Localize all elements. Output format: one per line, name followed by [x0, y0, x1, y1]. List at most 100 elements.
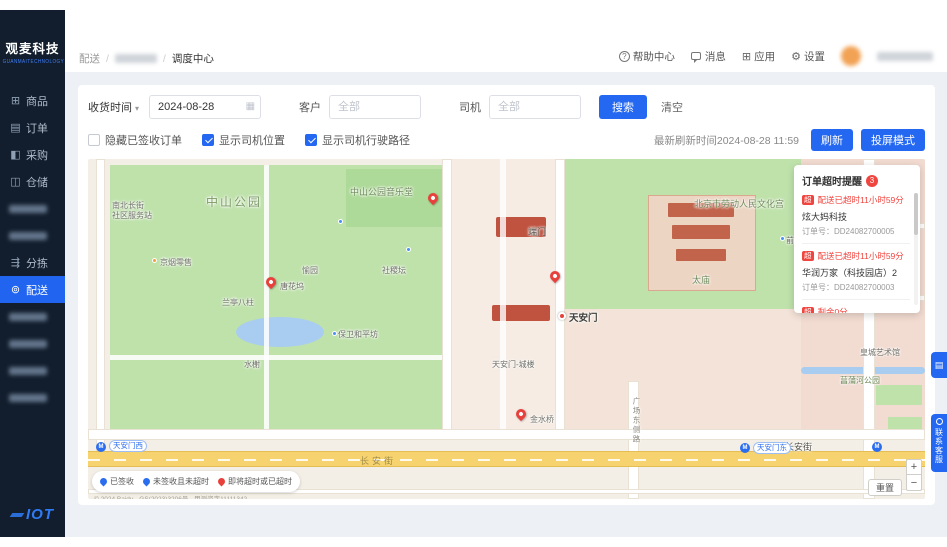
show-driver-checkbox[interactable]: [202, 134, 214, 146]
headset-icon: [935, 418, 943, 425]
map-label-culture-palace: 北京市劳动人民文化宫: [694, 199, 785, 209]
apps-grid-icon: [742, 50, 751, 63]
logo-text: 观麦科技: [5, 42, 60, 56]
map-attribution: © 2024 Baidu - GS(2023)3206号 - 甲测资字11111…: [94, 493, 247, 499]
user-name-redacted: [877, 51, 933, 61]
sidebar-item-label: 采购: [26, 149, 48, 162]
zoom-in-button[interactable]: +: [906, 459, 922, 475]
metro-icon[interactable]: [872, 442, 882, 452]
sidebar-item-label: 分拣: [26, 257, 48, 270]
receive-time-select[interactable]: 收货时间: [88, 99, 139, 115]
map-canvas[interactable]: 中山公园 中山公园音乐堂 北京市劳动人民文化宫 端门 天安门 天安门-城楼 保卫…: [88, 159, 925, 499]
option-row-right: 最新刷新时间2024-08-28 11:59 刷新 投屏模式: [654, 129, 925, 151]
order-number: 订单号：DD24082700003: [802, 283, 895, 292]
sidebar-item-redacted[interactable]: [0, 330, 65, 357]
sidebar-item-purchase[interactable]: 采购: [0, 141, 65, 168]
driver-input[interactable]: [489, 95, 582, 119]
map-label-service-station: 南北长街 社区服务站: [112, 201, 152, 221]
show-route-checkbox[interactable]: [305, 134, 317, 146]
red-pin-icon: [216, 476, 227, 487]
overdue-status: 配送已超时11小时59分: [817, 251, 904, 261]
topbar-actions: 帮助中心 消息 应用 设置: [618, 46, 933, 66]
map-label-changpu-park: 菖蒲河公园: [840, 376, 880, 385]
zoom-out-button[interactable]: −: [906, 475, 922, 491]
sidebar-item-redacted[interactable]: [0, 357, 65, 384]
settings-button[interactable]: 设置: [791, 49, 825, 64]
settings-label: 设置: [804, 50, 825, 63]
sidebar-item-label: 仓储: [26, 176, 48, 189]
main-area: 配送 调度中心 帮助中心 消息 应用 设置: [65, 10, 947, 537]
map-label-shejitan: 社稷坛: [382, 266, 406, 275]
purchase-icon: [9, 148, 22, 161]
projection-mode-button[interactable]: 投屏模式: [861, 129, 925, 151]
redacted-label: [9, 312, 47, 321]
scrollbar-thumb[interactable]: [914, 193, 918, 235]
breadcrumb-separator: [163, 53, 166, 65]
timeout-order-item[interactable]: 超剩余0分 华润万家（科技园店）2: [802, 300, 910, 313]
logo: 观麦科技 GUANMAITECHNOLOGY: [0, 38, 65, 65]
sidebar-item-sorting[interactable]: 分拣: [0, 249, 65, 276]
blocks-south-culture-palace: [565, 309, 801, 431]
sidebar-item-redacted[interactable]: [0, 222, 65, 249]
sidebar-item-delivery[interactable]: 配送: [0, 276, 65, 303]
sidebar-item-redacted[interactable]: [0, 195, 65, 222]
overdue-tag: 超: [802, 251, 814, 261]
map-reset-button[interactable]: 重置: [868, 479, 902, 496]
metro-icon[interactable]: [96, 442, 106, 452]
map-legend: 已签收 未签收且未超时 即将超时或已超时: [92, 471, 300, 492]
road-axis-east: [555, 159, 565, 431]
sidebar-item-redacted[interactable]: [0, 384, 65, 411]
sidebar-item-storage[interactable]: 仓储: [0, 168, 65, 195]
overdue-status: 配送已超时11小时59分: [817, 195, 904, 205]
hide-signed-option: 隐藏已签收订单: [88, 132, 182, 148]
map-label-park: 中山公园: [206, 195, 263, 209]
timeout-count-badge: 3: [866, 174, 878, 187]
map-label-tobacco: 京烟零售: [160, 258, 192, 267]
contact-service-tab[interactable]: 联系客服: [931, 414, 947, 472]
park-path: [110, 355, 442, 360]
option-row: 隐藏已签收订单 显示司机位置 显示司机行驶路径 最新刷新时间2024-08-28…: [88, 129, 925, 151]
metro-icon[interactable]: [740, 443, 750, 453]
map-label-changan-street: 长安街: [360, 456, 397, 466]
panel-scrollbar[interactable]: [914, 193, 918, 305]
clear-button[interactable]: 清空: [661, 99, 683, 115]
tiananmen-marker[interactable]: [558, 312, 566, 320]
breadcrumb-item-redacted[interactable]: [114, 54, 157, 63]
tasks-float-tab[interactable]: [931, 352, 947, 378]
help-center-button[interactable]: 帮助中心: [618, 49, 675, 64]
map-label-music-hall: 中山公园音乐堂: [350, 187, 414, 197]
sidebar-menu: 商品 订单 采购 仓储 分拣 配送: [0, 87, 65, 411]
topbar: 配送 调度中心 帮助中心 消息 应用 设置: [65, 10, 947, 72]
map-label-taimiao: 太庙: [692, 275, 711, 285]
show-driver-option: 显示司机位置: [202, 132, 285, 148]
storage-icon: [9, 175, 22, 188]
hide-signed-checkbox[interactable]: [88, 134, 100, 146]
sidebar-item-redacted[interactable]: [0, 303, 65, 330]
date-picker: [149, 95, 262, 119]
sidebar-item-orders[interactable]: 订单: [0, 114, 65, 141]
refresh-button[interactable]: 刷新: [811, 129, 853, 151]
delivery-icon: [9, 283, 22, 296]
legend-signed: 已签收: [98, 476, 134, 487]
breadcrumb-item[interactable]: 配送: [79, 51, 100, 66]
sidebar: 观麦科技 GUANMAITECHNOLOGY 商品 订单 采购 仓储 分拣 配送…: [0, 10, 65, 537]
axis-walkway: [500, 159, 506, 431]
timeout-order-item[interactable]: 超配送已超时11小时59分 炫大妈科技 订单号：DD24082700005: [802, 188, 910, 244]
calendar-icon: [246, 101, 255, 112]
customer-input[interactable]: [329, 95, 422, 119]
breadcrumb: 配送 调度中心: [79, 51, 214, 66]
search-button[interactable]: 搜索: [599, 95, 648, 119]
apps-button[interactable]: 应用: [742, 49, 775, 64]
sidebar-item-label: 订单: [26, 122, 48, 135]
messages-button[interactable]: 消息: [690, 49, 726, 64]
map-label-shuixie: 水榭: [244, 360, 260, 369]
sidebar-item-goods[interactable]: 商品: [0, 87, 65, 114]
customer-label: 客户: [299, 102, 322, 114]
filter-row: 收货时间 客户 司机 搜索 清空: [88, 95, 925, 119]
help-icon: [618, 50, 630, 62]
date-input[interactable]: [149, 95, 262, 119]
park-lake: [236, 317, 324, 347]
poi-dot: [780, 236, 785, 241]
user-avatar[interactable]: [841, 46, 861, 66]
timeout-order-item[interactable]: 超配送已超时11小时59分 华润万家（科技园店）2 订单号：DD24082700…: [802, 244, 910, 300]
